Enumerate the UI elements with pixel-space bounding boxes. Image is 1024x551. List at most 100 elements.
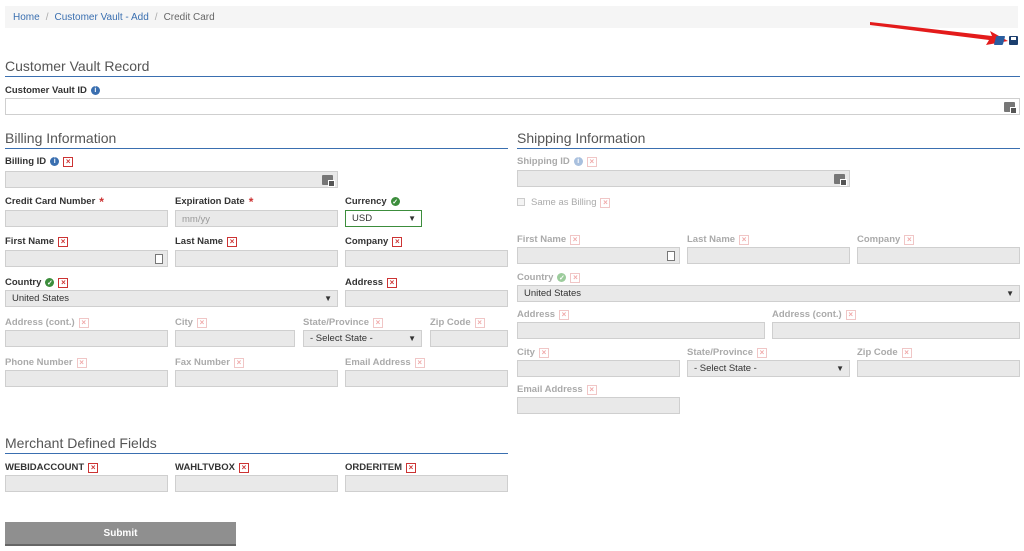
- email-input[interactable]: [345, 370, 508, 387]
- remove-icon[interactable]: ×: [392, 236, 403, 247]
- chevron-down-icon: ▼: [408, 214, 416, 223]
- remove-icon[interactable]: ×: [227, 236, 238, 247]
- city-label: City ×: [175, 317, 207, 328]
- contact-card-icon[interactable]: [667, 251, 675, 261]
- billing-id-label: Billing ID i ×: [5, 156, 74, 167]
- remove-icon[interactable]: ×: [538, 347, 549, 358]
- company-input[interactable]: [345, 250, 508, 267]
- remove-icon[interactable]: ×: [845, 309, 856, 320]
- ship-address-input[interactable]: [517, 322, 765, 339]
- remove-icon[interactable]: ×: [88, 462, 99, 473]
- ship-last-name-label: Last Name ×: [687, 234, 750, 245]
- fax-input[interactable]: [175, 370, 338, 387]
- ship-country-select[interactable]: United States ▼: [517, 285, 1020, 302]
- contact-card-icon[interactable]: [155, 254, 163, 264]
- remove-icon[interactable]: ×: [239, 462, 249, 473]
- exp-date-input[interactable]: mm/yy: [175, 210, 338, 227]
- ship-email-input[interactable]: [517, 397, 680, 414]
- ship-company-input[interactable]: [857, 247, 1020, 264]
- phone-input[interactable]: [5, 370, 168, 387]
- zip-label: Zip Code ×: [430, 317, 485, 328]
- currency-select[interactable]: USD ▼: [345, 210, 422, 227]
- breadcrumb: Home / Customer Vault - Add / Credit Card: [5, 6, 1018, 28]
- webidaccount-input[interactable]: [5, 475, 168, 492]
- info-icon[interactable]: i: [573, 157, 583, 166]
- shipping-id-label: Shipping ID i ×: [517, 156, 597, 167]
- check-icon: ✓: [45, 278, 55, 287]
- zip-input[interactable]: [430, 330, 508, 347]
- merchant-section-title: Merchant Defined Fields: [5, 435, 508, 454]
- info-icon[interactable]: i: [90, 86, 100, 95]
- exp-date-label: Expiration Date *: [175, 194, 254, 209]
- ship-city-label: City ×: [517, 347, 549, 358]
- remove-icon[interactable]: ×: [559, 309, 570, 320]
- remove-icon[interactable]: ×: [586, 384, 597, 395]
- remove-icon[interactable]: ×: [904, 234, 915, 245]
- check-icon: ✓: [390, 197, 400, 206]
- remove-icon[interactable]: ×: [757, 347, 767, 358]
- remove-icon[interactable]: ×: [570, 272, 581, 283]
- save-icon[interactable]: [1009, 36, 1018, 45]
- first-name-input[interactable]: [5, 250, 168, 267]
- edit-icon[interactable]: [993, 36, 1006, 45]
- address2-label: Address (cont.) ×: [5, 317, 89, 328]
- remove-icon[interactable]: ×: [63, 156, 74, 167]
- remove-icon[interactable]: ×: [78, 317, 89, 328]
- breadcrumb-vault-add[interactable]: Customer Vault - Add: [54, 12, 148, 23]
- remove-icon[interactable]: ×: [76, 357, 87, 368]
- ship-last-name-input[interactable]: [687, 247, 850, 264]
- ship-state-label: State/Province ×: [687, 347, 767, 358]
- address-input[interactable]: [345, 290, 508, 307]
- remove-icon[interactable]: ×: [901, 347, 912, 358]
- billing-id-input[interactable]: [5, 171, 338, 188]
- wahltvbox-input[interactable]: [175, 475, 338, 492]
- ship-address2-input[interactable]: [772, 322, 1020, 339]
- orderitem-input[interactable]: [345, 475, 508, 492]
- remove-icon[interactable]: ×: [58, 236, 69, 247]
- remove-icon[interactable]: ×: [387, 277, 398, 288]
- submit-button[interactable]: Submit: [5, 522, 236, 546]
- same-as-billing-label: Same as Billing ×: [531, 197, 611, 208]
- vault-generate-icon[interactable]: [834, 174, 847, 186]
- remove-icon[interactable]: ×: [58, 277, 69, 288]
- remove-icon[interactable]: ×: [600, 197, 611, 208]
- remove-icon[interactable]: ×: [570, 234, 581, 245]
- remove-icon[interactable]: ×: [414, 357, 425, 368]
- ship-address-label: Address ×: [517, 309, 570, 320]
- address2-input[interactable]: [5, 330, 168, 347]
- info-icon[interactable]: i: [50, 157, 60, 166]
- vault-id-input[interactable]: [5, 98, 1020, 115]
- city-input[interactable]: [175, 330, 295, 347]
- breadcrumb-home[interactable]: Home: [13, 12, 40, 23]
- ship-first-name-input[interactable]: [517, 247, 680, 264]
- vault-generate-icon[interactable]: [322, 175, 335, 187]
- remove-icon[interactable]: ×: [586, 156, 597, 167]
- remove-icon[interactable]: ×: [233, 357, 244, 368]
- chevron-down-icon: ▼: [408, 334, 416, 343]
- vault-generate-icon[interactable]: [1004, 102, 1017, 114]
- ship-email-label: Email Address ×: [517, 384, 597, 395]
- ship-state-select[interactable]: - Select State - ▼: [687, 360, 850, 377]
- last-name-input[interactable]: [175, 250, 338, 267]
- chevron-down-icon: ▼: [324, 294, 332, 303]
- state-select[interactable]: - Select State - ▼: [303, 330, 422, 347]
- address-label: Address ×: [345, 277, 398, 288]
- ship-country-label: Country ✓ ×: [517, 272, 581, 283]
- vault-section-title: Customer Vault Record: [5, 58, 1020, 77]
- remove-icon[interactable]: ×: [406, 462, 416, 473]
- phone-label: Phone Number ×: [5, 357, 87, 368]
- ship-city-input[interactable]: [517, 360, 680, 377]
- remove-icon[interactable]: ×: [373, 317, 383, 328]
- remove-icon[interactable]: ×: [196, 317, 207, 328]
- same-as-billing-checkbox[interactable]: [517, 198, 525, 206]
- ship-zip-input[interactable]: [857, 360, 1020, 377]
- shipping-section-title: Shipping Information: [517, 130, 1020, 149]
- shipping-id-input[interactable]: [517, 170, 850, 187]
- country-select[interactable]: United States ▼: [5, 290, 338, 307]
- orderitem-label: ORDERITEM ×: [345, 462, 416, 473]
- remove-icon[interactable]: ×: [474, 317, 485, 328]
- remove-icon[interactable]: ×: [739, 234, 750, 245]
- chevron-down-icon: ▼: [836, 364, 844, 373]
- cc-number-input[interactable]: [5, 210, 168, 227]
- ship-zip-label: Zip Code ×: [857, 347, 912, 358]
